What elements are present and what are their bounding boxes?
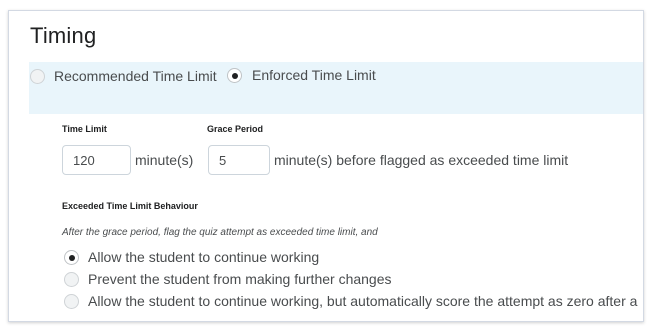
grace-period-label: Grace Period <box>207 124 264 134</box>
radio-recommended-time-limit[interactable] <box>30 69 45 84</box>
radio-allow-continue[interactable] <box>64 250 79 265</box>
time-limit-unit: minute(s) <box>135 152 194 168</box>
radio-prevent-changes[interactable] <box>64 272 79 287</box>
score-zero-label[interactable]: Allow the student to continue working, b… <box>88 293 637 309</box>
enforced-time-limit-label[interactable]: Enforced Time Limit <box>252 67 376 83</box>
prevent-changes-label[interactable]: Prevent the student from making further … <box>88 271 392 287</box>
allow-continue-label[interactable]: Allow the student to continue working <box>88 249 319 265</box>
radio-score-zero[interactable] <box>64 294 79 309</box>
behaviour-description: After the grace period, flag the quiz at… <box>62 227 378 238</box>
recommended-time-limit-label[interactable]: Recommended Time Limit <box>54 68 217 84</box>
grace-period-unit: minute(s) before flagged as exceeded tim… <box>274 152 569 168</box>
grace-period-input[interactable] <box>208 145 270 175</box>
timing-panel: Timing Recommended Time Limit Enforced T… <box>8 10 644 322</box>
section-title: Timing <box>30 23 97 48</box>
time-limit-input[interactable] <box>62 145 131 175</box>
exceeded-behaviour-heading: Exceeded Time Limit Behaviour <box>62 201 198 211</box>
time-limit-label: Time Limit <box>62 124 107 134</box>
radio-enforced-time-limit[interactable] <box>227 68 242 83</box>
